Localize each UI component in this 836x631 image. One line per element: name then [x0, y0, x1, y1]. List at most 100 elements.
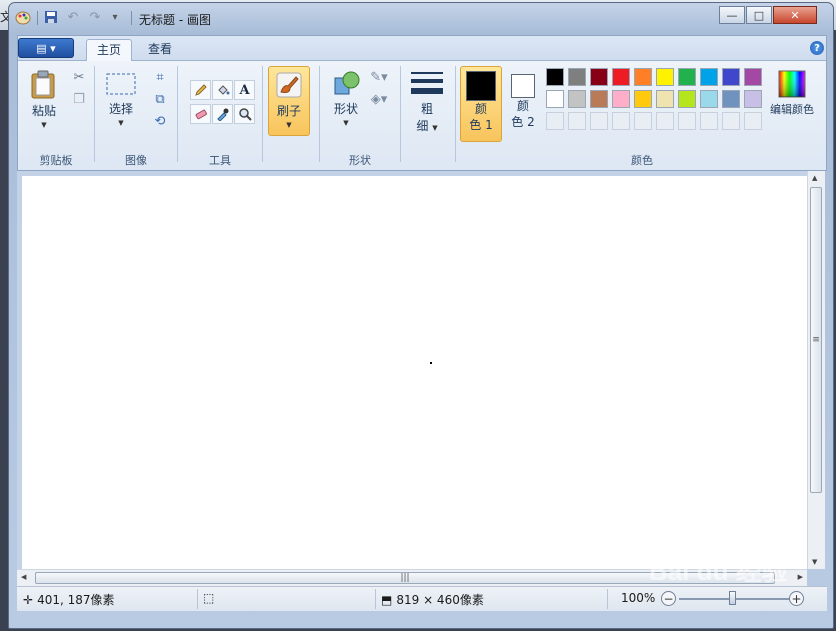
- redo-icon[interactable]: ↷: [87, 9, 103, 25]
- color1-swatch: [466, 71, 496, 101]
- palette-custom-slot[interactable]: [634, 112, 652, 130]
- crop-icon[interactable]: ⌗: [151, 68, 169, 86]
- status-separator: [607, 589, 608, 609]
- palette-color[interactable]: [722, 68, 740, 86]
- palette-color[interactable]: [744, 90, 762, 108]
- color1-button[interactable]: 颜 色 1: [460, 66, 502, 142]
- help-icon[interactable]: ?: [810, 41, 824, 55]
- copy-icon[interactable]: ❐: [70, 90, 88, 108]
- color1-label-line2: 色 1: [469, 118, 493, 132]
- undo-icon[interactable]: ↶: [65, 9, 81, 25]
- save-icon[interactable]: [43, 9, 59, 25]
- zoom-out-button[interactable]: −: [661, 591, 676, 606]
- outline-icon[interactable]: ✎▾: [370, 68, 388, 86]
- shapes-button[interactable]: 形状 ▼: [328, 70, 364, 128]
- cursor-position-readout: ✛ 401, 187像素: [23, 591, 115, 608]
- paste-label: 粘贴: [31, 104, 56, 118]
- palette-color[interactable]: [700, 68, 718, 86]
- zoom-slider-thumb[interactable]: [729, 591, 736, 605]
- palette-color[interactable]: [612, 68, 630, 86]
- palette-custom-slot[interactable]: [700, 112, 718, 130]
- chevron-down-icon: ▼: [41, 121, 47, 129]
- magnifier-icon[interactable]: [234, 104, 255, 124]
- scroll-down-icon[interactable]: ▼: [812, 558, 817, 566]
- rotate-icon[interactable]: ⟲: [151, 112, 169, 130]
- edit-colors-label: 编辑颜色: [770, 103, 814, 116]
- palette-color[interactable]: [678, 68, 696, 86]
- scroll-up-icon[interactable]: ▲: [812, 174, 817, 182]
- selection-size-readout: ⬚: [203, 591, 214, 605]
- colors-group: 颜 色 1 颜 色 2 编辑颜色 颜色: [456, 60, 828, 172]
- palette-color[interactable]: [656, 90, 674, 108]
- palette-custom-slot[interactable]: [722, 112, 740, 130]
- zoom-in-button[interactable]: +: [789, 591, 804, 606]
- color2-button[interactable]: 颜 色 2: [506, 66, 540, 142]
- fill-bucket-icon[interactable]: [212, 80, 233, 100]
- ribbon: ▤ ▾ 主页 查看 ? 粘贴 ▼ ✂ ❐ 剪贴板 选择 ▼ ⌗ ⧉ ⟲ 图像 A…: [17, 35, 827, 171]
- palette-custom-slot[interactable]: [612, 112, 630, 130]
- vertical-scroll-thumb[interactable]: ≡: [810, 187, 822, 493]
- vertical-scrollbar[interactable]: ▲ ≡ ▼: [807, 171, 825, 569]
- color-picker-icon[interactable]: [212, 104, 233, 124]
- minimize-button[interactable]: —: [719, 6, 745, 24]
- cut-icon[interactable]: ✂: [70, 68, 88, 86]
- palette-color[interactable]: [700, 90, 718, 108]
- pencil-icon[interactable]: [190, 80, 211, 100]
- palette-custom-slot[interactable]: [568, 112, 586, 130]
- paste-button[interactable]: 粘贴 ▼: [26, 70, 62, 130]
- watermark: Bai du 经验: [649, 556, 788, 586]
- palette-color[interactable]: [634, 68, 652, 86]
- canvas-size-icon: ⬒: [381, 592, 393, 607]
- ribbon-tab-row: ▤ ▾ 主页 查看 ?: [18, 36, 826, 61]
- palette-color[interactable]: [634, 90, 652, 108]
- tab-home[interactable]: 主页: [86, 39, 133, 61]
- palette-color[interactable]: [546, 90, 564, 108]
- palette-color[interactable]: [546, 68, 564, 86]
- qat-customize-icon[interactable]: ▾: [107, 9, 123, 25]
- size-label-row: 细 ▼: [416, 118, 437, 135]
- resize-icon[interactable]: ⧉: [151, 90, 169, 108]
- paint-app-icon[interactable]: [15, 9, 31, 25]
- chevron-down-icon: ▼: [432, 124, 438, 132]
- eraser-icon[interactable]: [190, 104, 211, 124]
- edit-colors-button[interactable]: 编辑颜色: [764, 70, 820, 118]
- scroll-left-icon[interactable]: ◀: [21, 573, 26, 581]
- brushes-label: 刷子: [276, 104, 301, 118]
- brushes-button[interactable]: 刷子 ▼: [268, 66, 310, 136]
- qat-separator: [37, 11, 38, 25]
- size-button[interactable]: 粗 细 ▼: [409, 70, 445, 135]
- palette-color[interactable]: [568, 90, 586, 108]
- select-button[interactable]: 选择 ▼: [103, 70, 139, 128]
- palette-color[interactable]: [568, 68, 586, 86]
- palette-color[interactable]: [590, 90, 608, 108]
- canvas-workspace: [17, 171, 807, 569]
- maximize-button[interactable]: □: [746, 6, 772, 24]
- palette-custom-slot[interactable]: [546, 112, 564, 130]
- tab-view[interactable]: 查看: [138, 39, 182, 61]
- palette-color[interactable]: [722, 90, 740, 108]
- shapes-group-label: 形状: [349, 154, 371, 167]
- palette-color[interactable]: [656, 68, 674, 86]
- paste-icon: [30, 70, 58, 103]
- palette-custom-slot[interactable]: [678, 112, 696, 130]
- palette-custom-slot[interactable]: [590, 112, 608, 130]
- palette-custom-slot[interactable]: [656, 112, 674, 130]
- text-tool-icon[interactable]: A: [234, 80, 255, 100]
- palette-color[interactable]: [590, 68, 608, 86]
- fill-icon[interactable]: ◈▾: [370, 90, 388, 108]
- scroll-right-icon[interactable]: ▶: [798, 573, 803, 581]
- drawing-canvas[interactable]: [22, 176, 807, 569]
- palette-custom-slot[interactable]: [744, 112, 762, 130]
- palette-color[interactable]: [678, 90, 696, 108]
- palette-color[interactable]: [744, 68, 762, 86]
- palette-color[interactable]: [612, 90, 630, 108]
- cursor-dot: [430, 362, 432, 364]
- shapes-icon: [331, 70, 361, 101]
- title-bar: ↶ ↷ ▾ 无标题 - 画图 — □ ✕: [9, 3, 833, 33]
- close-button[interactable]: ✕: [773, 6, 817, 24]
- qat-separator: [131, 11, 132, 25]
- colors-group-label: 颜色: [631, 154, 653, 167]
- group-divider: [262, 66, 263, 162]
- paint-menu-button[interactable]: ▤ ▾: [18, 38, 74, 58]
- canvas-size-text: 819 × 460像素: [396, 593, 484, 607]
